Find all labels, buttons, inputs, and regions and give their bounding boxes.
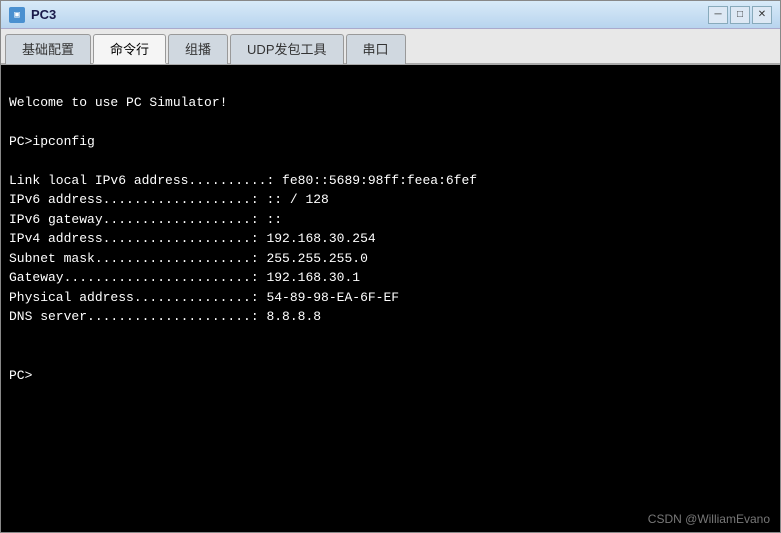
dns-server-line: DNS server.....................: 8.8.8.8 [9,309,321,324]
terminal-output: Welcome to use PC Simulator! PC>ipconfig… [9,73,772,385]
ipv6-link-local-line: Link local IPv6 address..........: fe80:… [9,173,477,188]
tab-basic-config[interactable]: 基础配置 [5,34,91,64]
tab-udp-tool[interactable]: UDP发包工具 [230,34,343,64]
tab-command-line[interactable]: 命令行 [93,34,166,64]
tab-serial[interactable]: 串口 [346,34,406,64]
ipv6-gateway-line: IPv6 gateway...................: :: [9,212,282,227]
tab-multicast[interactable]: 组播 [168,34,228,64]
window-title: PC3 [31,7,708,22]
terminal-area[interactable]: Welcome to use PC Simulator! PC>ipconfig… [1,65,780,532]
ipv4-address-line: IPv4 address...................: 192.168… [9,231,376,246]
maximize-button[interactable]: □ [730,6,750,24]
main-window: ▣ PC3 ─ □ ✕ 基础配置 命令行 组播 UDP发包工具 串口 Welco… [0,0,781,533]
gateway-line: Gateway........................: 192.168… [9,270,360,285]
window-controls: ─ □ ✕ [708,6,772,24]
title-bar: ▣ PC3 ─ □ ✕ [1,1,780,29]
ipv6-address-line: IPv6 address...................: :: / 12… [9,192,329,207]
physical-address-line: Physical address...............: 54-89-9… [9,290,399,305]
subnet-mask-line: Subnet mask....................: 255.255… [9,251,368,266]
tab-bar: 基础配置 命令行 组播 UDP发包工具 串口 [1,29,780,65]
close-button[interactable]: ✕ [752,6,772,24]
watermark: CSDN @WilliamEvano [648,512,770,526]
minimize-button[interactable]: ─ [708,6,728,24]
window-icon: ▣ [9,7,25,23]
